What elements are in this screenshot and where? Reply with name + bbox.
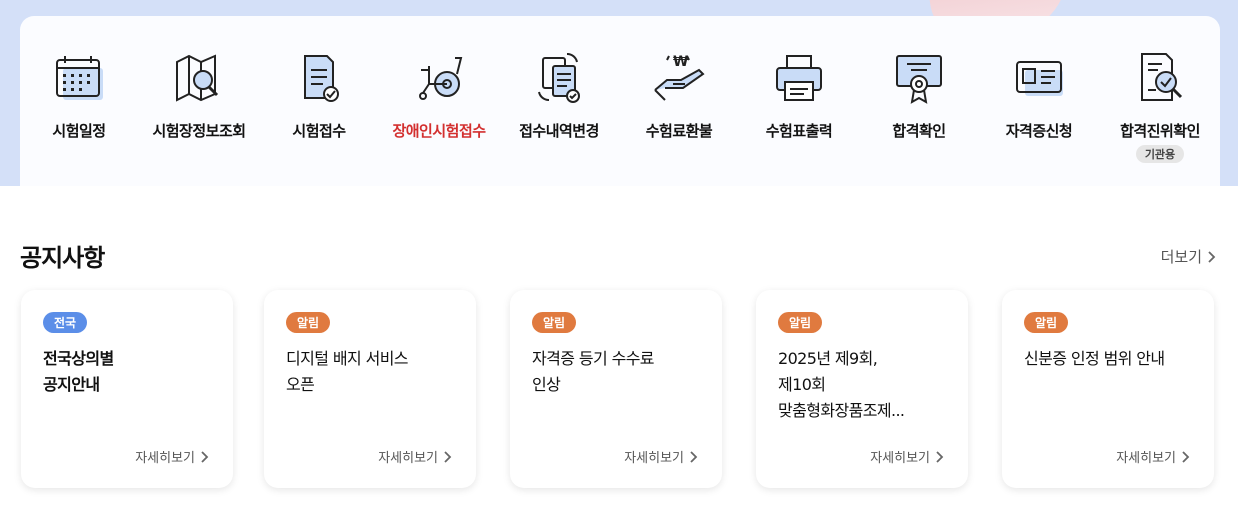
notice-detail-link[interactable]: 자세히보기 xyxy=(870,447,944,466)
detail-link-label: 자세히보기 xyxy=(135,451,195,466)
menu-item-label: 수험표출력 xyxy=(765,122,833,140)
detail-link-label: 자세히보기 xyxy=(1116,451,1176,466)
detail-link-label: 자세히보기 xyxy=(624,451,684,466)
notice-title-line: 인상 xyxy=(532,375,561,394)
notice-tag: 전국 xyxy=(43,312,88,333)
notice-title-line: 오픈 xyxy=(286,375,315,394)
notice-title: 자격증 등기 수수료 인상 xyxy=(532,346,704,398)
notice-title: 2025년 제9회, 제10회 맞춤형화장품조제... xyxy=(778,346,950,424)
document-check-icon xyxy=(304,55,339,102)
menu-item-label: 시험접수 xyxy=(292,122,346,140)
more-link-label: 더보기 xyxy=(1160,248,1202,266)
notice-detail-link[interactable]: 자세히보기 xyxy=(135,447,209,466)
detail-link-label: 자세히보기 xyxy=(378,451,438,466)
menu-item-exam-schedule[interactable]: 시험일정 xyxy=(19,46,139,141)
notice-title: 전국상의별 공지안내 xyxy=(43,346,215,398)
map-search-icon xyxy=(176,54,219,102)
notice-title-line: 제10회 xyxy=(778,375,826,394)
notice-more-link[interactable]: 더보기 xyxy=(1161,246,1216,267)
notice-card[interactable]: 알림 자격증 등기 수수료 인상 자세히보기 xyxy=(510,290,722,488)
chevron-right-icon xyxy=(1208,250,1216,263)
notice-tag: 알림 xyxy=(778,312,823,333)
menu-item-exam-application[interactable]: 시험접수 xyxy=(259,46,379,141)
menu-item-pass-check[interactable]: 합격확인 xyxy=(859,46,979,141)
notice-title: 디지털 배지 서비스 오픈 xyxy=(286,346,458,398)
chevron-right-icon xyxy=(690,450,698,463)
detail-link-label: 자세히보기 xyxy=(870,451,930,466)
chevron-right-icon xyxy=(1182,450,1190,463)
menu-item-admission-ticket-print[interactable]: 수험표출력 xyxy=(739,46,859,141)
printer-icon xyxy=(776,55,822,101)
menu-item-label: 접수내역변경 xyxy=(519,122,599,140)
menu-item-fee-refund[interactable]: ₩ 수험료환불 xyxy=(619,46,739,141)
quick-menu: 시험일정 시험장정보조회 시험접수 장애인시험접수 접수내역변경 ₩ 수험료환불… xyxy=(20,16,1220,186)
notice-card[interactable]: 전국 전국상의별 공지안내 자세히보기 xyxy=(21,290,233,488)
notice-title-line: 2025년 제9회, xyxy=(778,349,878,368)
notice-tag: 알림 xyxy=(1024,312,1069,333)
menu-item-label: 수험료환불 xyxy=(645,122,713,140)
menu-item-disabled-exam-application[interactable]: 장애인시험접수 xyxy=(379,46,499,141)
chevron-right-icon xyxy=(936,450,944,463)
notice-title: 신분증 인정 범위 안내 xyxy=(1024,346,1196,372)
menu-item-pass-authenticity-check[interactable]: 합격진위확인 기관용 xyxy=(1100,46,1220,163)
notice-detail-link[interactable]: 자세히보기 xyxy=(1116,447,1190,466)
notice-tag: 알림 xyxy=(532,312,577,333)
chevron-right-icon xyxy=(201,450,209,463)
notice-section-title: 공지사항 xyxy=(20,244,105,272)
notice-title-line: 자격증 등기 수수료 xyxy=(532,349,655,368)
notice-card[interactable]: 알림 신분증 인정 범위 안내 자세히보기 xyxy=(1002,290,1214,488)
menu-item-exam-site-search[interactable]: 시험장정보조회 xyxy=(139,46,259,141)
menu-item-certificate-request[interactable]: 자격증신청 xyxy=(979,46,1099,141)
menu-item-application-change[interactable]: 접수내역변경 xyxy=(499,46,619,141)
notice-title-line: 신분증 인정 범위 안내 xyxy=(1024,349,1165,368)
document-refresh-icon xyxy=(538,52,580,103)
notice-detail-link[interactable]: 자세히보기 xyxy=(624,447,698,466)
menu-item-label: 합격확인 xyxy=(892,122,946,140)
document-verify-icon xyxy=(1141,53,1183,101)
notice-detail-link[interactable]: 자세히보기 xyxy=(378,447,452,466)
menu-item-label: 시험일정 xyxy=(52,122,106,140)
menu-item-label: 자격증신청 xyxy=(1005,122,1073,140)
notice-card[interactable]: 알림 디지털 배지 서비스 오픈 자세히보기 xyxy=(264,290,476,488)
menu-item-label: 합격진위확인 xyxy=(1120,122,1200,140)
refund-hand-icon: ₩ xyxy=(654,54,705,101)
menu-item-label: 장애인시험접수 xyxy=(392,122,486,140)
wheelchair-icon xyxy=(419,57,463,100)
notice-tag: 알림 xyxy=(286,312,331,333)
menu-item-label: 시험장정보조회 xyxy=(152,122,246,140)
calendar-icon xyxy=(56,56,103,100)
notice-title-line: 맞춤형화장품조제... xyxy=(778,401,905,420)
notice-title-line: 전국상의별 xyxy=(43,349,114,368)
id-card-icon xyxy=(1016,61,1063,96)
notice-card[interactable]: 알림 2025년 제9회, 제10회 맞춤형화장품조제... 자세히보기 xyxy=(756,290,968,488)
notice-title-line: 공지안내 xyxy=(43,375,100,394)
notice-title-line: 디지털 배지 서비스 xyxy=(286,349,409,368)
chevron-right-icon xyxy=(444,450,452,463)
institution-only-badge: 기관용 xyxy=(1135,145,1185,163)
certificate-award-icon xyxy=(896,55,942,104)
